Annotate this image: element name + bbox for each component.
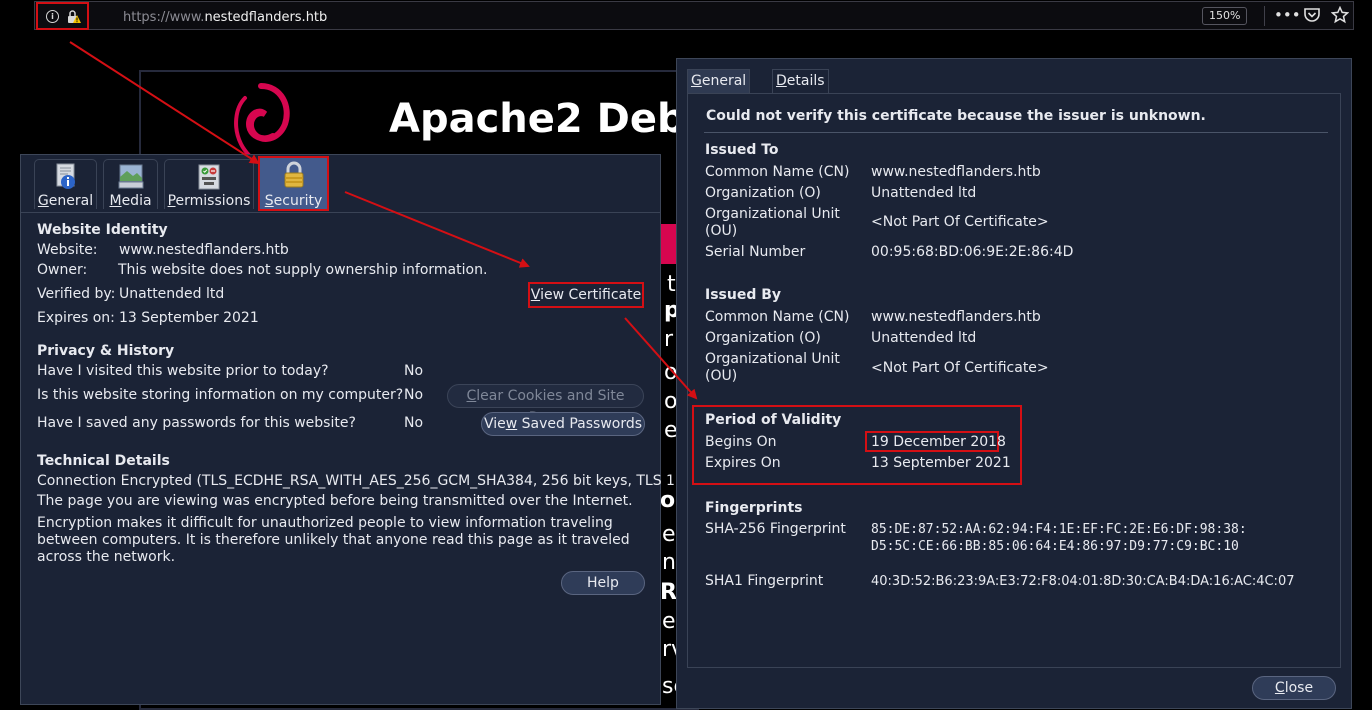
sha1-label: SHA1 Fingerprint (705, 573, 824, 589)
issued-to-heading: Issued To (705, 142, 779, 158)
navigation-toolbar: https://www.nestedflanders.htb i 150% ••… (0, 0, 1372, 34)
issued-by-o-value: Unattended ltd (871, 330, 977, 346)
toolbar-separator (1264, 6, 1265, 26)
zoom-reset-button[interactable]: 150% (1202, 7, 1248, 25)
verified-by-label: Verified by: (37, 286, 116, 302)
visited-question: Have I visited this website prior to tod… (37, 363, 329, 379)
url-field[interactable]: https://www.nestedflanders.htb (34, 1, 1354, 30)
page-info-tabbar: General Media Permissions Security (21, 155, 660, 213)
page-text-fragment: r (664, 327, 674, 352)
help-button[interactable]: Help (561, 571, 645, 595)
passwords-question: Have I saved any passwords for this webs… (37, 415, 356, 431)
issued-to-ou-label: Organizational Unit (OU) (705, 206, 840, 239)
tab-cert-details[interactable]: Details (772, 69, 829, 93)
permissions-icon (198, 164, 220, 190)
view-certificate-button[interactable]: View Certificate (528, 282, 644, 308)
divider (704, 132, 1328, 133)
page-text-fragment: n (662, 550, 676, 575)
tab-general[interactable]: General (34, 159, 97, 209)
issued-by-heading: Issued By (705, 287, 782, 303)
issued-to-cn-value: www.nestedflanders.htb (871, 164, 1041, 180)
page-info-dialog: General Media Permissions Security Websi… (20, 154, 694, 705)
media-icon (118, 164, 143, 189)
tab-media[interactable]: Media (103, 159, 158, 209)
sha256-value-line2: D5:5C:CE:66:BB:85:06:64:E4:86:97:D9:77:C… (871, 539, 1239, 554)
close-button[interactable]: Close (1252, 676, 1336, 700)
period-of-validity-heading: Period of Validity (705, 412, 842, 428)
url-host: nestedflanders.htb (204, 10, 328, 25)
issued-by-cn-value: www.nestedflanders.htb (871, 309, 1041, 325)
info-icon: i (46, 10, 59, 23)
expires-on-value: 13 September 2021 (871, 455, 1011, 471)
serial-number-value: 00:95:68:BD:06:9E:2E:86:4D (871, 244, 1074, 260)
expires-value: 13 September 2021 (119, 310, 259, 326)
privacy-history-heading: Privacy & History (37, 343, 175, 359)
expires-on-label: Expires On (705, 455, 781, 471)
storing-answer: No (404, 387, 424, 403)
url-text[interactable]: https://www.nestedflanders.htb (123, 10, 327, 25)
website-value: www.nestedflanders.htb (119, 242, 289, 258)
padlock-icon (284, 161, 303, 188)
tab-cert-general[interactable]: General (687, 69, 751, 93)
bookmark-star-icon[interactable] (1331, 6, 1349, 24)
more-icon[interactable]: ••• (1274, 6, 1301, 24)
issued-to-o-label: Organization (O) (705, 185, 821, 201)
sha256-value-line1: 85:DE:87:52:AA:62:94:F4:1E:EF:FC:2E:E6:D… (871, 522, 1247, 537)
begins-on-label: Begins On (705, 434, 777, 450)
clear-cookies-button[interactable]: Clear Cookies and Site Data (447, 384, 644, 426)
expires-label: Expires on: (37, 310, 115, 326)
view-saved-passwords-button[interactable]: View Saved Passwords (481, 412, 645, 436)
pocket-icon[interactable] (1303, 6, 1321, 24)
tab-security[interactable]: Security (258, 156, 329, 211)
owner-value: This website does not supply ownership i… (118, 262, 488, 278)
passwords-answer: No (404, 415, 424, 431)
technical-details-heading: Technical Details (37, 453, 170, 469)
website-identity-heading: Website Identity (37, 222, 168, 238)
owner-label: Owner: (37, 262, 88, 278)
fingerprints-heading: Fingerprints (705, 500, 803, 516)
document-info-icon (56, 163, 75, 189)
issued-to-o-value: Unattended ltd (871, 185, 977, 201)
tab-permissions[interactable]: Permissions (164, 159, 254, 209)
site-identity-button[interactable]: i (36, 2, 89, 30)
begins-on-value: 19 December 2018 (871, 434, 1006, 450)
url-protocol: https://www. (123, 10, 205, 25)
certificate-viewer-dialog: General Details Could not verify this ce… (676, 58, 1352, 709)
connection-encrypted-text: Connection Encrypted (TLS_ECDHE_RSA_WITH… (37, 473, 694, 489)
issued-to-cn-label: Common Name (CN) (705, 164, 850, 180)
issued-by-ou-value: <Not Part Of Certificate> (871, 360, 1049, 376)
certificate-general-panel: Could not verify this certificate becaus… (687, 93, 1341, 668)
issued-to-ou-value: <Not Part Of Certificate> (871, 214, 1049, 230)
visited-answer: No (404, 363, 424, 379)
page-text-fragment: t (667, 272, 676, 297)
sha256-label: SHA-256 Fingerprint (705, 521, 846, 537)
encryption-explanation-text: Encryption makes it difficult for unauth… (37, 515, 630, 565)
lock-warning-icon (68, 10, 81, 23)
issued-by-ou-label: Organizational Unit (OU) (705, 351, 840, 384)
certificate-warning-text: Could not verify this certificate becaus… (706, 108, 1206, 124)
verified-by-value: Unattended ltd (119, 286, 225, 302)
apache-page-title: Apache2 Deb (389, 96, 686, 142)
storing-question: Is this website storing information on m… (37, 387, 404, 403)
issued-by-o-label: Organization (O) (705, 330, 821, 346)
issued-by-cn-label: Common Name (CN) (705, 309, 850, 325)
website-label: Website: (37, 242, 98, 258)
sha1-value: 40:3D:52:B6:23:9A:E3:72:F8:04:01:8D:30:C… (871, 574, 1295, 589)
serial-number-label: Serial Number (705, 244, 806, 260)
encrypted-transmit-text: The page you are viewing was encrypted b… (37, 493, 633, 509)
